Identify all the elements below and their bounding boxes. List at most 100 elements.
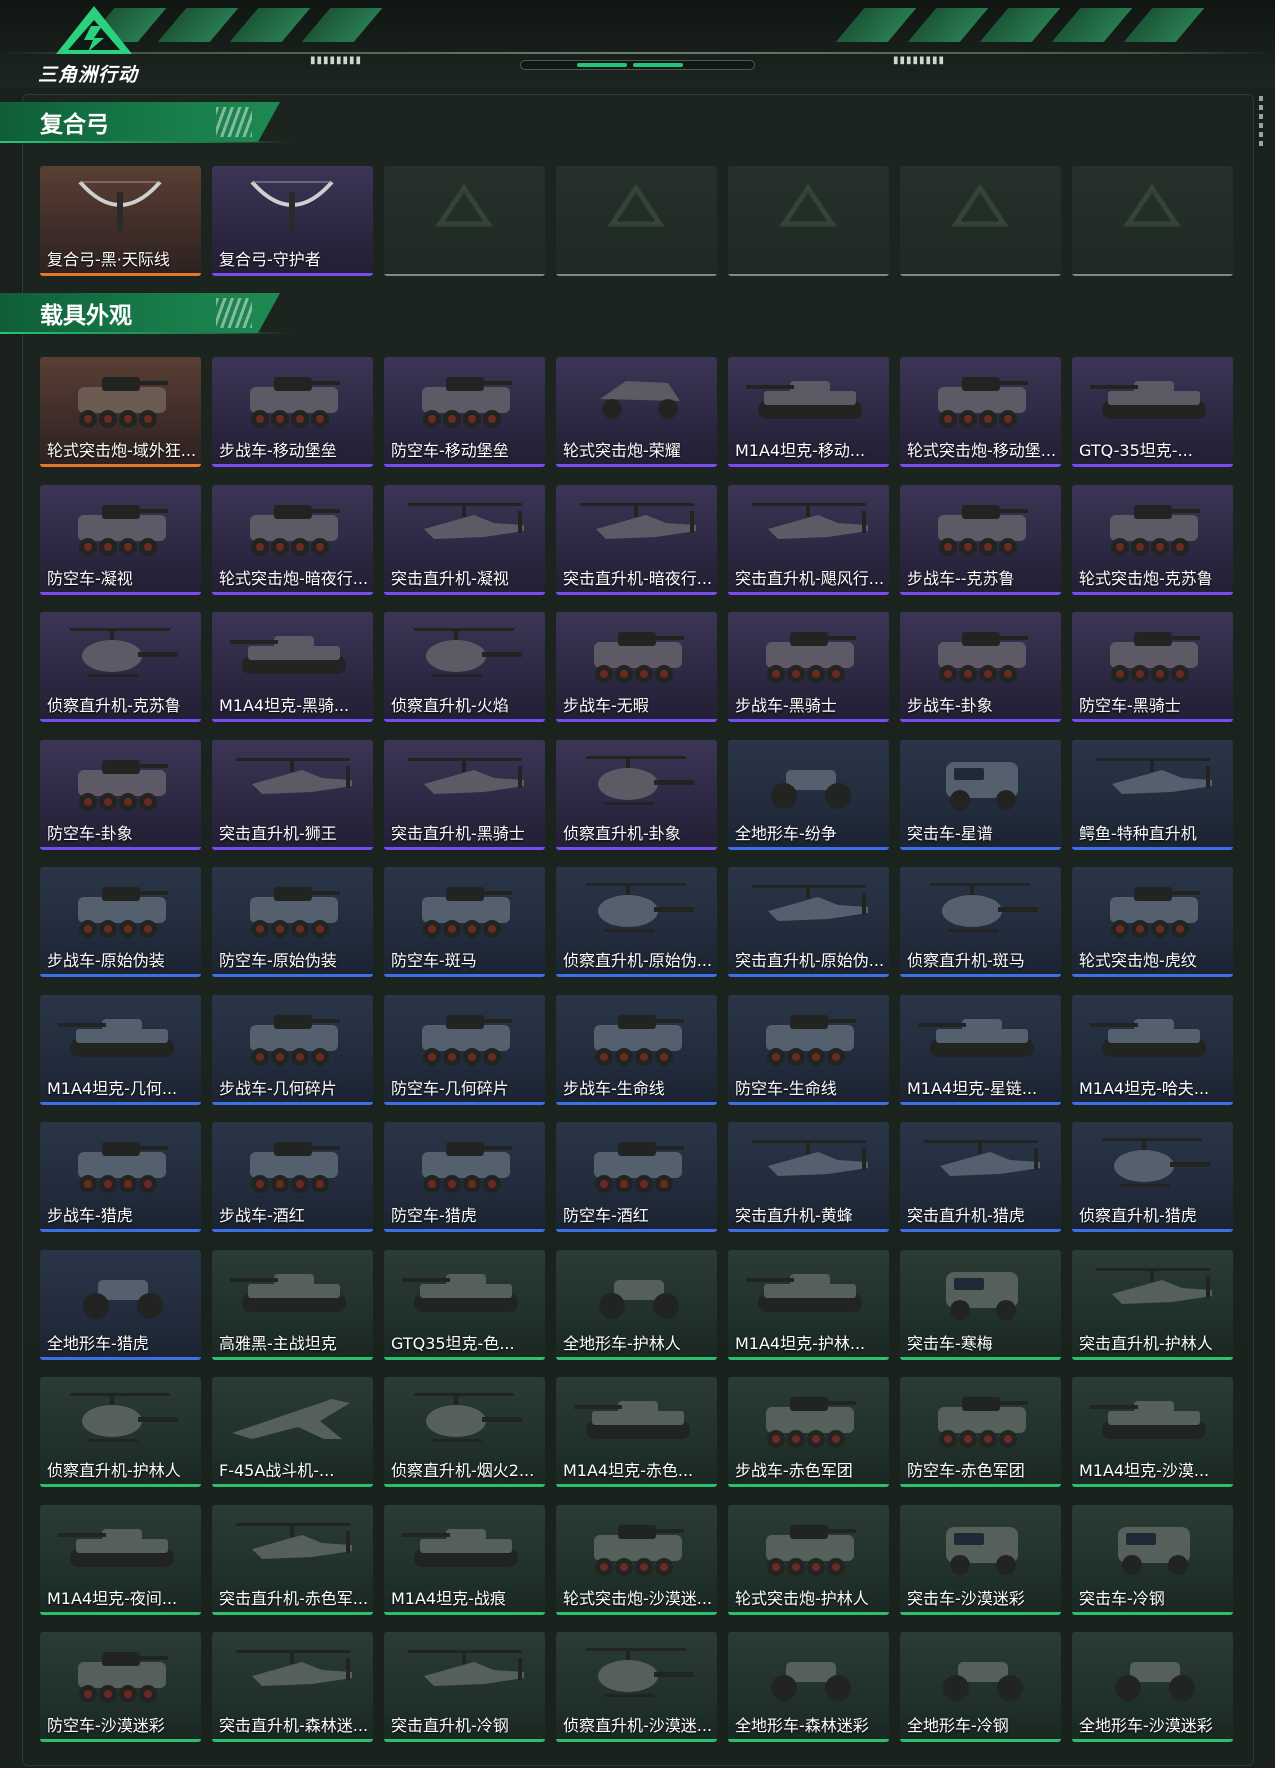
item-card[interactable]: F-45A战斗机-... bbox=[212, 1377, 373, 1487]
item-card[interactable]: 轮式突击炮-域外狂... bbox=[40, 357, 201, 467]
item-card[interactable]: 步战车-无暇 bbox=[556, 612, 717, 722]
item-card[interactable]: 防空车-卦象 bbox=[40, 739, 201, 850]
item-card[interactable]: 轮式突击炮-虎纹 bbox=[1072, 867, 1233, 977]
item-card[interactable]: 防空车-几何碎片 bbox=[384, 994, 545, 1105]
item-card[interactable]: 防空车-原始伪装 bbox=[212, 867, 373, 977]
item-card[interactable]: 全地形车-猎虎 bbox=[40, 1249, 201, 1360]
item-card[interactable]: 轮式突击炮-荣耀 bbox=[556, 357, 717, 467]
item-card[interactable]: 突击车-星谱 bbox=[900, 739, 1061, 850]
item-card[interactable]: 侦察直升机-克苏鲁 bbox=[40, 612, 201, 722]
item-card[interactable]: 突击直升机-原始伪... bbox=[728, 867, 889, 977]
apc-icon bbox=[422, 1014, 512, 1066]
item-card[interactable]: 步战车-卦象 bbox=[900, 612, 1061, 722]
item-card[interactable]: 侦察直升机-斑马 bbox=[900, 867, 1061, 977]
item-card[interactable]: M1A4坦克-夜间... bbox=[40, 1504, 201, 1615]
item-card[interactable]: 步战车-生命线 bbox=[556, 994, 717, 1105]
item-card[interactable]: 鳄鱼-特种直升机 bbox=[1072, 739, 1233, 850]
item-card[interactable]: 防空车-沙漠迷彩 bbox=[40, 1632, 201, 1742]
item-card[interactable]: 突击车-寒梅 bbox=[900, 1249, 1061, 1360]
item-card[interactable]: M1A4坦克-战痕 bbox=[384, 1504, 545, 1615]
item-card[interactable]: 步战车-几何碎片 bbox=[212, 994, 373, 1105]
item-card[interactable]: 步战车-酒红 bbox=[212, 1122, 373, 1232]
item-card[interactable]: GTQ-35坦克-... bbox=[1072, 357, 1233, 467]
item-card[interactable]: M1A4坦克-赤色... bbox=[556, 1377, 717, 1487]
item-card[interactable]: 突击车-冷钢 bbox=[1072, 1504, 1233, 1615]
truck-icon bbox=[946, 1526, 1018, 1575]
item-card[interactable]: 复合弓-黑·天际线 bbox=[40, 166, 201, 276]
item-card[interactable]: 全地形车-冷钢 bbox=[900, 1632, 1061, 1742]
item-card[interactable]: 复合弓-守护者 bbox=[212, 166, 373, 276]
item-card[interactable]: 步战车-黑骑士 bbox=[728, 612, 889, 722]
item-card[interactable]: 突击直升机-黄蜂 bbox=[728, 1122, 889, 1232]
item-card[interactable]: 高雅黑-主战坦克 bbox=[212, 1249, 373, 1360]
item-label: 轮式突击炮-域外狂... bbox=[47, 441, 196, 460]
item-card[interactable]: 突击直升机-狮王 bbox=[212, 739, 373, 850]
item-card[interactable]: 全地形车-护林人 bbox=[556, 1249, 717, 1360]
item-card[interactable]: 突击直升机-冷钢 bbox=[384, 1632, 545, 1742]
item-card[interactable]: 侦察直升机-原始伪... bbox=[556, 867, 717, 977]
item-card[interactable]: M1A4坦克-几何... bbox=[40, 994, 201, 1105]
item-label: 突击车-沙漠迷彩 bbox=[907, 1588, 1025, 1608]
item-label: M1A4坦克-战痕 bbox=[391, 1588, 506, 1608]
item-card[interactable]: 防空车-赤色军团 bbox=[900, 1377, 1061, 1487]
item-card[interactable]: 突击直升机-赤色军... bbox=[212, 1504, 373, 1615]
item-card[interactable]: 侦察直升机-护林人 bbox=[40, 1377, 201, 1487]
item-card[interactable]: 侦察直升机-卦象 bbox=[556, 739, 717, 850]
truck-icon bbox=[946, 761, 1018, 810]
item-card[interactable]: 突击车-沙漠迷彩 bbox=[900, 1504, 1061, 1615]
item-label: 防空车-黑骑士 bbox=[1079, 696, 1181, 715]
item-card[interactable]: 突击直升机-暗夜行... bbox=[556, 484, 717, 595]
item-card[interactable]: 突击直升机-护林人 bbox=[1072, 1249, 1233, 1360]
item-card[interactable]: 全地形车-森林迷彩 bbox=[728, 1632, 889, 1742]
item-card[interactable]: M1A4坦克-星链... bbox=[900, 994, 1061, 1105]
item-card[interactable]: 步战车-移动堡垒 bbox=[212, 357, 373, 467]
apc-icon bbox=[78, 504, 168, 556]
item-card[interactable]: 步战车--克苏鲁 bbox=[900, 484, 1061, 595]
item-label: 步战车-黑骑士 bbox=[735, 696, 837, 715]
item-card[interactable]: 防空车-凝视 bbox=[40, 484, 201, 595]
item-card[interactable]: M1A4坦克-哈夫... bbox=[1072, 994, 1233, 1105]
item-card[interactable]: 突击直升机-凝视 bbox=[384, 484, 545, 595]
item-card[interactable]: 防空车-生命线 bbox=[728, 994, 889, 1105]
heli-icon bbox=[1096, 1267, 1212, 1304]
item-card[interactable]: 防空车-斑马 bbox=[384, 867, 545, 977]
item-card[interactable]: 突击直升机-森林迷... bbox=[212, 1632, 373, 1742]
item-card[interactable]: M1A4坦克-移动... bbox=[728, 357, 889, 467]
placeholder-icon bbox=[779, 183, 837, 227]
smallheli-icon bbox=[1102, 1138, 1210, 1187]
item-card[interactable]: GTQ35坦克-色... bbox=[384, 1249, 545, 1360]
item-card[interactable]: 全地形车-纷争 bbox=[728, 739, 889, 850]
item-card[interactable]: 突击直升机-黑骑士 bbox=[384, 739, 545, 850]
item-card[interactable]: 轮式突击炮-沙漠迷... bbox=[556, 1504, 717, 1615]
item-card[interactable]: 防空车-猎虎 bbox=[384, 1122, 545, 1232]
section-underline bbox=[0, 141, 290, 143]
tank-icon bbox=[230, 636, 346, 674]
item-card[interactable]: 防空车-移动堡垒 bbox=[384, 357, 545, 467]
item-card[interactable]: 步战车-原始伪装 bbox=[40, 867, 201, 977]
bow-icon bbox=[78, 180, 162, 232]
item-label: 全地形车-沙漠迷彩 bbox=[1079, 1716, 1213, 1735]
item-card[interactable]: 突击直升机-猎虎 bbox=[900, 1122, 1061, 1232]
item-card[interactable]: 侦察直升机-火焰 bbox=[384, 612, 545, 722]
item-label: 侦察直升机-护林人 bbox=[47, 1461, 181, 1480]
item-card[interactable]: 侦察直升机-猎虎 bbox=[1072, 1122, 1233, 1232]
item-card[interactable]: 轮式突击炮-暗夜行... bbox=[212, 484, 373, 595]
item-card[interactable]: 突击直升机-飓风行... bbox=[728, 484, 889, 595]
item-card[interactable]: 轮式突击炮-护林人 bbox=[728, 1504, 889, 1615]
item-card[interactable]: M1A4坦克-沙漠... bbox=[1072, 1377, 1233, 1487]
item-card[interactable]: M1A4坦克-黑骑... bbox=[212, 612, 373, 722]
item-card[interactable]: 防空车-酒红 bbox=[556, 1122, 717, 1232]
item-card[interactable]: 轮式突击炮-移动堡... bbox=[900, 357, 1061, 467]
scrollbar[interactable] bbox=[1259, 96, 1263, 148]
item-card[interactable]: 步战车-赤色军团 bbox=[728, 1377, 889, 1487]
item-card[interactable]: M1A4坦克-护林... bbox=[728, 1249, 889, 1360]
item-card[interactable]: 侦察直升机-烟火2... bbox=[384, 1377, 545, 1487]
item-label: 步战车-猎虎 bbox=[47, 1206, 133, 1225]
smallheli-icon bbox=[930, 883, 1038, 932]
item-card[interactable]: 侦察直升机-沙漠迷... bbox=[556, 1632, 717, 1742]
item-card[interactable]: 步战车-猎虎 bbox=[40, 1122, 201, 1232]
item-card[interactable]: 全地形车-沙漠迷彩 bbox=[1072, 1632, 1233, 1742]
item-card[interactable]: 轮式突击炮-克苏鲁 bbox=[1072, 484, 1233, 595]
item-card[interactable]: 防空车-黑骑士 bbox=[1072, 612, 1233, 722]
apc-icon bbox=[1110, 504, 1200, 556]
